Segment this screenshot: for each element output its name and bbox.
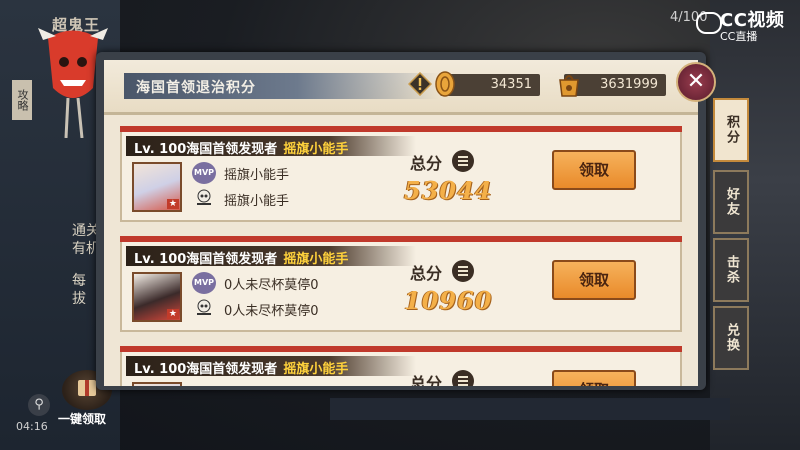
avatar[interactable]	[132, 382, 182, 386]
mvp-icon: MVP	[192, 272, 216, 294]
list-icon[interactable]	[452, 150, 474, 172]
mvp-player-name: 摇旗小能手	[224, 168, 290, 183]
row-title-text: Lv. 100海国首领发现者	[134, 362, 278, 377]
score-row: Lv. 100海国首领发现者 摇旗小能手 ★ MVP 摇旗小能手 摇旗小能手 总分…	[120, 126, 682, 222]
score-value: 10960	[404, 286, 493, 315]
row-title: Lv. 100海国首领发现者 摇旗小能手	[134, 138, 348, 157]
bottom-item-strip	[330, 398, 730, 420]
time-label: 04:16	[16, 420, 48, 433]
score-label: 总分	[410, 154, 443, 173]
tab-friends[interactable]: 好友	[713, 170, 749, 234]
background-text-4: 拔	[72, 291, 86, 307]
finder-name: 摇旗小能手	[283, 252, 349, 267]
tab-kills[interactable]: 击杀	[713, 238, 749, 302]
tab-score[interactable]: 积分	[713, 98, 749, 162]
search-icon[interactable]: ⚲	[28, 394, 50, 416]
tab-exchange[interactable]: 兑换	[713, 306, 749, 370]
finder-name: 摇旗小能手	[283, 142, 349, 157]
score-dialog: 海国首领退治积分 34351 3631999 Lv. 100海国首领发现者 摇旗…	[104, 60, 698, 386]
cloud-icon	[696, 12, 722, 34]
avatar-level-badge: ★	[166, 199, 179, 209]
row-title-bar: Lv. 100海国首领发现者 摇旗小能手	[126, 356, 416, 377]
avatar-level-badge: ★	[166, 309, 179, 319]
coin-counter: 34351	[435, 71, 540, 97]
list-icon[interactable]	[452, 370, 474, 386]
row-title: Lv. 100海国首领发现者 摇旗小能手	[134, 358, 348, 377]
dialog-header: 海国首领退治积分 34351 3631999	[104, 60, 698, 112]
title-banner: 海国首领退治积分	[124, 73, 439, 99]
score-label: 总分	[410, 264, 443, 283]
gift-icon	[78, 380, 96, 396]
mvp-icon: MVP	[192, 162, 216, 184]
row-title-text: Lv. 100海国首领发现者	[134, 252, 278, 267]
watermark-line2: CC直播	[720, 30, 758, 43]
info-icon[interactable]	[408, 72, 432, 96]
killer-player-name: 摇旗小能手	[224, 194, 290, 209]
strategy-tag[interactable]: 攻略	[12, 80, 32, 120]
row-title-text: Lv. 100海国首领发现者	[134, 142, 278, 157]
claim-all-label: 一键领取	[58, 412, 107, 426]
row-title-bar: Lv. 100海国首领发现者 摇旗小能手	[126, 246, 416, 267]
skull-icon	[197, 299, 211, 315]
finder-name: 摇旗小能手	[283, 362, 349, 377]
row-title-bar: Lv. 100海国首领发现者 摇旗小能手	[126, 136, 416, 157]
row-title: Lv. 100海国首领发现者 摇旗小能手	[134, 248, 348, 267]
score-row: Lv. 100海国首领发现者 摇旗小能手 ★ MVP 0人未尽杯莫停0 0人未尽杯…	[120, 236, 682, 332]
mvp-player-name: 0人未尽杯莫停0	[224, 278, 319, 293]
claim-button[interactable]: 领取	[552, 370, 636, 386]
close-button[interactable]: ✕	[676, 62, 716, 102]
coin-icon	[435, 71, 455, 97]
list-icon[interactable]	[452, 260, 474, 282]
cc-watermark: CC视频 CC直播	[696, 6, 796, 43]
score-label: 总分	[410, 374, 443, 386]
skull-icon	[197, 189, 211, 205]
header-divider	[104, 112, 698, 115]
claim-button[interactable]: 领取	[552, 260, 636, 300]
avatar[interactable]: ★	[132, 272, 182, 322]
background-text-3: 每	[72, 273, 86, 289]
killer-player-name: 0人未尽杯莫停0	[224, 304, 319, 319]
score-row: Lv. 100海国首领发现者摇旗小能手 总分 领取	[120, 346, 682, 386]
gift-bag-icon	[559, 75, 579, 97]
claim-button[interactable]: 领取	[552, 150, 636, 190]
gift-bag-counter: 3631999	[559, 74, 666, 97]
coin-value: 34351	[490, 77, 532, 92]
dialog-title: 海国首领退治积分	[136, 80, 256, 96]
gift-bag-value: 3631999	[600, 77, 658, 92]
score-value: 53044	[404, 176, 493, 205]
avatar[interactable]: ★	[132, 162, 182, 212]
